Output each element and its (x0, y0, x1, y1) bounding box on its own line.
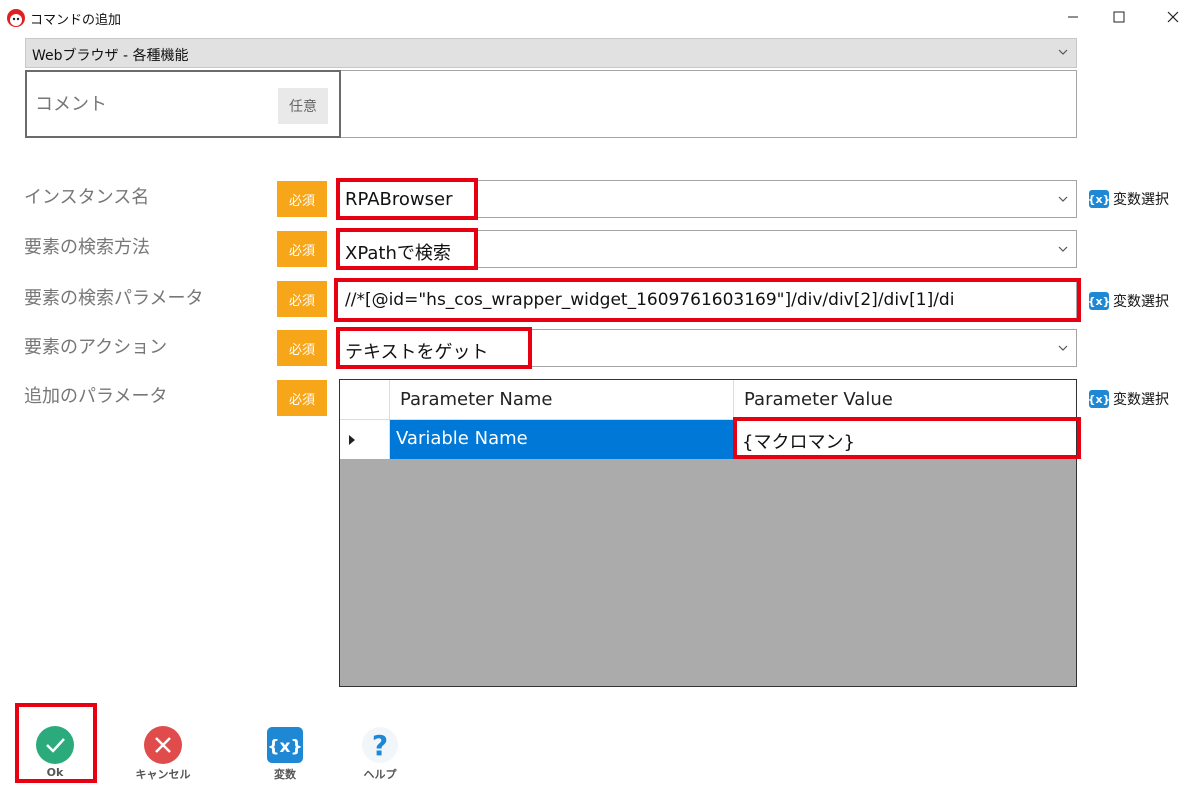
instance-name-value: RPABrowser (345, 189, 453, 210)
help-button[interactable]: ? ヘルプ (345, 722, 415, 782)
search-param-value: //*[@id="hs_cos_wrapper_widget_160976160… (345, 290, 955, 310)
instance-name-dropdown[interactable]: RPABrowser (336, 180, 1077, 218)
search-method-value: XPathで検索 (345, 243, 451, 264)
grid-header: Parameter Name Parameter Value (340, 380, 1076, 420)
variable-icon: {x} (1088, 190, 1110, 208)
title-bar: コマンドの追加 (0, 0, 1200, 34)
var-select-label: 変数選択 (1113, 392, 1169, 408)
grid-corner (340, 380, 390, 420)
var-select-label: 変数選択 (1113, 294, 1169, 310)
column-header-label: Parameter Name (400, 389, 553, 410)
column-header-parameter-name[interactable]: Parameter Name (390, 380, 734, 420)
optional-badge: 任意 (278, 88, 328, 124)
category-selected-label: Webブラウザ - 各種機能 (32, 48, 189, 64)
chevron-down-icon (1058, 345, 1068, 351)
cancel-icon (144, 726, 182, 764)
help-label: ヘルプ (363, 768, 397, 781)
app-logo-icon (7, 9, 25, 27)
variables-button[interactable]: {x} 変数 (250, 722, 320, 782)
table-row[interactable]: Variable Name {マクロマン} (340, 420, 1076, 459)
comment-label-box: コメント 任意 (25, 70, 341, 138)
search-param-label: 要素の検索パラメータ (24, 288, 204, 309)
var-select-label: 変数選択 (1113, 192, 1169, 208)
variables-label: 変数 (274, 768, 296, 781)
search-method-dropdown[interactable]: XPathで検索 (336, 230, 1077, 268)
ok-button[interactable]: Ok (20, 722, 90, 782)
chevron-down-icon (1058, 246, 1068, 252)
close-icon (1167, 11, 1179, 23)
action-label: 要素のアクション (24, 337, 168, 358)
var-select-button-grid[interactable]: {x} 変数選択 (1088, 388, 1169, 410)
required-badge: 必須 (277, 281, 327, 317)
minimize-icon (1068, 16, 1078, 18)
ok-label: Ok (46, 766, 64, 779)
instance-name-label: インスタンス名 (24, 187, 150, 208)
variable-icon-glyph: {x} (267, 737, 302, 757)
checkmark-icon (36, 726, 74, 764)
close-button[interactable] (1148, 0, 1198, 34)
parameters-grid[interactable]: Parameter Name Parameter Value Variable … (339, 379, 1077, 687)
cancel-label: キャンセル (135, 768, 191, 781)
category-dropdown[interactable]: Webブラウザ - 各種機能 (25, 38, 1077, 68)
maximize-button[interactable] (1094, 0, 1144, 34)
var-select-button-instance[interactable]: {x} 変数選択 (1088, 188, 1169, 210)
action-value: テキストをゲット (345, 342, 489, 363)
parameter-value-cell[interactable]: {マクロマン} (734, 420, 1076, 459)
svg-text:?: ? (372, 729, 388, 762)
extra-params-label: 追加のパラメータ (24, 386, 168, 407)
comment-input[interactable] (341, 70, 1077, 138)
chevron-down-icon (1058, 49, 1068, 55)
search-param-input[interactable]: //*[@id="hs_cos_wrapper_widget_160976160… (336, 281, 1077, 319)
maximize-icon (1113, 11, 1125, 23)
required-badge: 必須 (277, 380, 327, 416)
variable-icon: {x} (267, 727, 303, 763)
row-selector[interactable] (340, 420, 390, 459)
minimize-button[interactable] (1048, 0, 1098, 34)
comment-label: コメント (35, 94, 107, 115)
required-badge: 必須 (277, 330, 327, 366)
action-dropdown[interactable]: テキストをゲット (336, 329, 1077, 367)
column-header-parameter-value[interactable]: Parameter Value (734, 380, 1076, 420)
chevron-down-icon (1058, 196, 1068, 202)
search-method-label: 要素の検索方法 (24, 237, 150, 258)
required-badge: 必須 (277, 231, 327, 267)
window-title: コマンドの追加 (30, 13, 122, 28)
variable-icon: {x} (1088, 390, 1110, 408)
variable-icon: {x} (1088, 292, 1110, 310)
parameter-value-text: {マクロマン} (742, 432, 855, 453)
column-header-label: Parameter Value (744, 389, 893, 410)
row-pointer-icon (349, 435, 355, 445)
parameter-name-cell[interactable]: Variable Name (390, 420, 734, 459)
help-icon: ? (362, 727, 398, 763)
required-badge: 必須 (277, 181, 327, 217)
cancel-button[interactable]: キャンセル (128, 722, 198, 782)
var-select-button-param[interactable]: {x} 変数選択 (1088, 290, 1169, 312)
parameter-name-text: Variable Name (396, 428, 528, 449)
